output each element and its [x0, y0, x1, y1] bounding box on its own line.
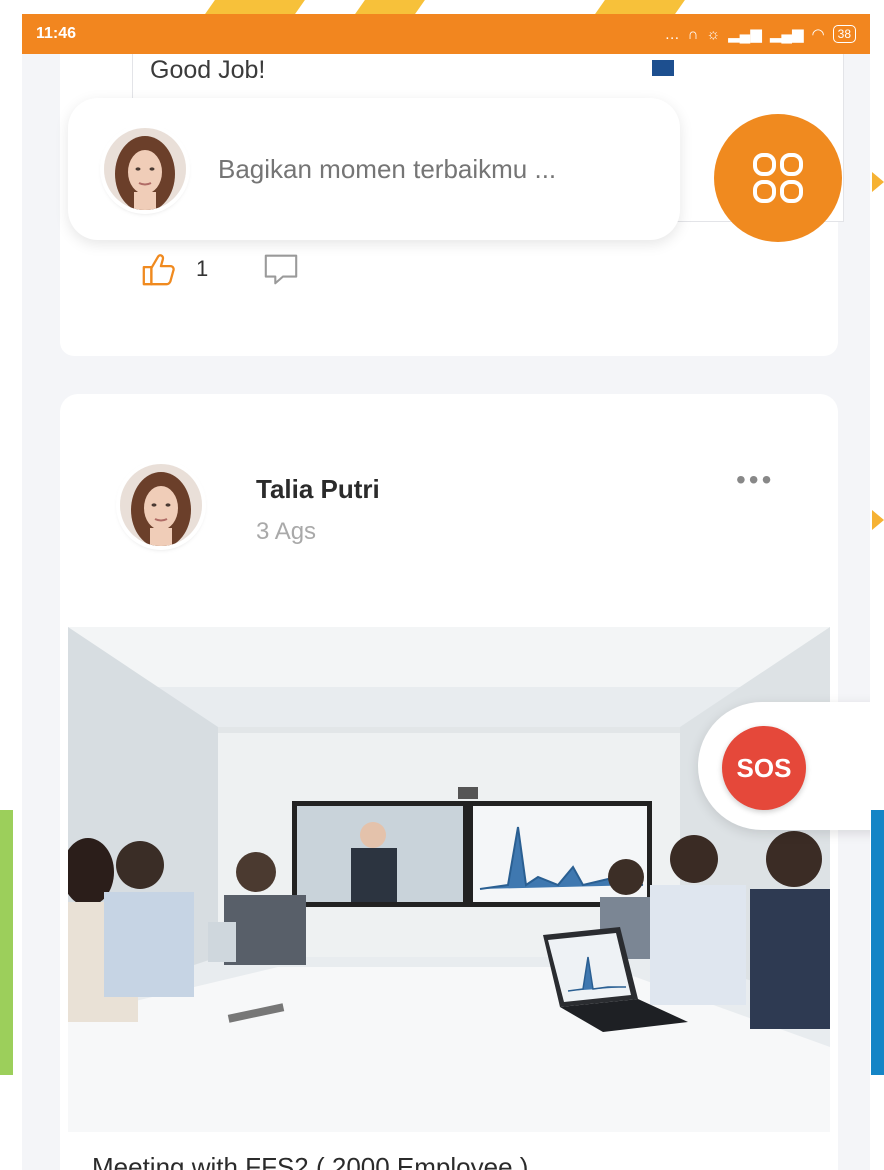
avatar: [104, 128, 186, 210]
headphones-icon: ∩: [687, 25, 699, 43]
top-stripe: [205, 0, 305, 14]
status-time: 11:46: [36, 25, 77, 42]
previous-post-thumbnail: [652, 60, 674, 76]
post-caption: Meeting with FFS2 ( 2000 Employee ): [92, 1152, 529, 1170]
side-arrow: [872, 510, 884, 530]
author-name[interactable]: Talia Putri: [256, 474, 380, 505]
right-accent-bar: [871, 810, 884, 1075]
top-decoration: [0, 0, 884, 14]
previous-post-text: Good Job!: [150, 56, 266, 84]
composer-bar[interactable]: [68, 98, 680, 240]
alarm-icon: ☼: [706, 25, 721, 43]
side-arrow: [872, 172, 884, 192]
like-count: 1: [196, 256, 209, 281]
signal-icon: ▂▄▆: [769, 26, 804, 43]
battery-icon: 38: [832, 25, 856, 43]
reaction-row: 1: [140, 250, 300, 288]
top-stripe: [355, 0, 425, 14]
more-notifications-icon: …: [664, 25, 680, 43]
phone-screen: 11:46 … ∩ ☼ ▂▄▆ ▂▄▆ ◠ 38 1 Good Job! Bag…: [22, 14, 870, 1170]
top-stripe: [595, 0, 685, 14]
status-bar: 11:46 … ∩ ☼ ▂▄▆ ▂▄▆ ◠ 38: [22, 14, 870, 54]
thumbs-up-icon[interactable]: [140, 250, 178, 288]
post-image[interactable]: [68, 627, 830, 1132]
signal-icon: ▂▄▆: [728, 26, 762, 43]
grid-menu-button[interactable]: [714, 114, 842, 242]
wifi-icon: ◠: [811, 26, 825, 43]
composer-input[interactable]: [216, 152, 660, 186]
left-accent-bar: [0, 810, 13, 1075]
status-icons: … ∩ ☼ ▂▄▆ ▂▄▆ ◠ 38: [665, 25, 856, 43]
author-avatar[interactable]: [120, 464, 202, 546]
sos-button[interactable]: SOS: [722, 726, 806, 810]
comment-icon[interactable]: [262, 250, 300, 288]
post-date: 3 Ags: [256, 518, 317, 545]
more-options-icon[interactable]: •••: [736, 464, 774, 496]
grid-menu-icon: [753, 153, 803, 203]
